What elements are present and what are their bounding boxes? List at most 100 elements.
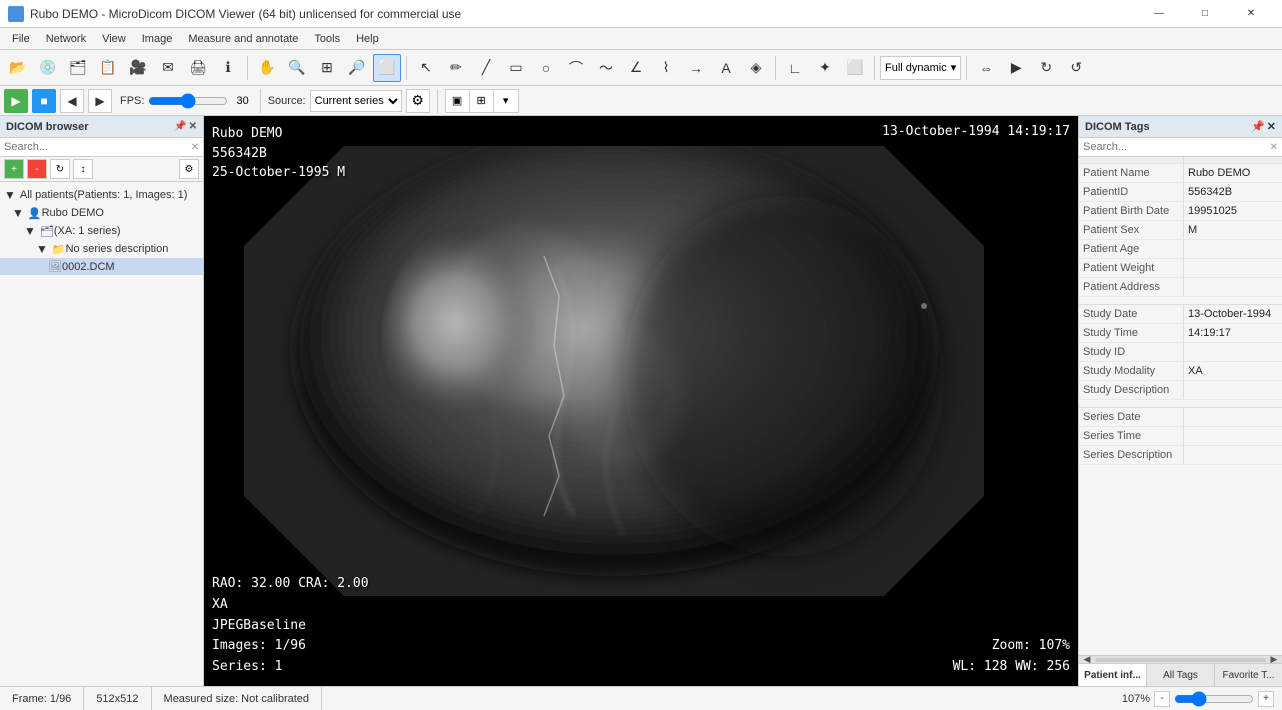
cursor-button[interactable]: ↖ bbox=[412, 54, 440, 82]
refresh-button[interactable]: ↻ bbox=[50, 159, 70, 179]
open-button[interactable]: 📂 bbox=[4, 54, 32, 82]
tag-value-cell bbox=[1184, 446, 1282, 464]
menu-network[interactable]: Network bbox=[38, 31, 94, 47]
rotate-cw-button[interactable]: ↻ bbox=[1032, 54, 1060, 82]
menu-help[interactable]: Help bbox=[348, 31, 387, 47]
cd-button[interactable]: 💿 bbox=[34, 54, 62, 82]
remove-patient-button[interactable]: - bbox=[27, 159, 47, 179]
roi-button[interactable]: ✦ bbox=[811, 54, 839, 82]
tag-value-cell: XA bbox=[1184, 362, 1282, 380]
tags-panel-pin-button[interactable]: 📌 bbox=[1251, 120, 1265, 133]
text-button[interactable]: A bbox=[712, 54, 740, 82]
menu-measure-annotate[interactable]: Measure and annotate bbox=[180, 31, 306, 47]
zoom-button[interactable]: 🔎 bbox=[343, 54, 371, 82]
image-viewer[interactable]: Rubo DEMO 556342B 25-October-1995 M 13-O… bbox=[204, 116, 1078, 686]
view-single-button[interactable]: ▣ bbox=[446, 90, 470, 112]
tab-all-tags[interactable]: All Tags bbox=[1147, 664, 1215, 686]
zoom-in-status-button[interactable]: + bbox=[1258, 691, 1274, 707]
zoom-slider[interactable] bbox=[1174, 691, 1254, 707]
freehand-button[interactable]: ⌒ bbox=[562, 54, 590, 82]
circle-button[interactable]: ○ bbox=[532, 54, 560, 82]
zoom-out-button[interactable]: - bbox=[1154, 691, 1170, 707]
rao-cra-overlay: RAO: 32.00 CRA: 2.00 bbox=[212, 574, 369, 595]
browser-search-input[interactable] bbox=[4, 141, 191, 153]
minimize-button[interactable]: — bbox=[1136, 0, 1182, 28]
fps-slider[interactable] bbox=[148, 93, 228, 109]
window-preset-dropdown[interactable]: Full dynamic ▾ bbox=[880, 56, 961, 80]
tag-row: Patient Birth Date19951025 bbox=[1079, 202, 1282, 221]
browser-search-clear[interactable]: ✕ bbox=[191, 142, 199, 153]
print-button[interactable]: 🖨 bbox=[184, 54, 212, 82]
play-cine-button[interactable]: ▶ bbox=[1002, 54, 1030, 82]
tags-search-input[interactable] bbox=[1083, 141, 1270, 153]
tag-value-cell: 14:19:17 bbox=[1184, 324, 1282, 342]
tags-search-clear[interactable]: ✕ bbox=[1270, 142, 1278, 153]
tag-row: Patient Address bbox=[1079, 278, 1282, 297]
series-desc-icon: 📁 bbox=[52, 243, 66, 256]
add-patient-button[interactable]: + bbox=[4, 159, 24, 179]
play-button[interactable]: ▶ bbox=[4, 89, 28, 113]
tree-all-patients[interactable]: ▼ All patients(Patients: 1, Images: 1) bbox=[0, 186, 203, 204]
tab-patient-info[interactable]: Patient inf... bbox=[1079, 664, 1147, 686]
next-button[interactable]: ▶ bbox=[88, 89, 112, 113]
angle-button[interactable]: ∠ bbox=[622, 54, 650, 82]
arrow-button[interactable]: → bbox=[682, 54, 710, 82]
sort-button[interactable]: ↕ bbox=[73, 159, 93, 179]
view-more-button[interactable]: ▾ bbox=[494, 90, 518, 112]
send-button[interactable]: ✉ bbox=[154, 54, 182, 82]
info-button[interactable]: ℹ bbox=[214, 54, 242, 82]
rect-button[interactable]: ▭ bbox=[502, 54, 530, 82]
compression-overlay: JPEGBaseline bbox=[212, 616, 369, 637]
tags-panel-close-button[interactable]: ✕ bbox=[1267, 120, 1276, 133]
flip-h-button[interactable]: ⇔ bbox=[972, 54, 1000, 82]
panel-pin-button[interactable]: 📌 bbox=[174, 121, 186, 132]
hand-button[interactable]: ✋ bbox=[253, 54, 281, 82]
open-dir-button[interactable]: 🗂 bbox=[64, 54, 92, 82]
cine-settings-button[interactable]: ⚙ bbox=[406, 89, 430, 113]
tag-value-cell: 556342B bbox=[1184, 183, 1282, 201]
tree-settings-button[interactable]: ⚙ bbox=[179, 159, 199, 179]
angle2-button[interactable]: ∟ bbox=[781, 54, 809, 82]
window-controls: — □ ✕ bbox=[1136, 0, 1274, 28]
dicom-tags-title: DICOM Tags bbox=[1085, 121, 1150, 133]
tree-series-group[interactable]: ▼ 🗂 (XA: 1 series) bbox=[0, 222, 203, 240]
tag-name-cell: Study Time bbox=[1079, 324, 1184, 342]
tag-value-cell bbox=[1184, 427, 1282, 445]
view-multi-button[interactable]: ⊞ bbox=[470, 90, 494, 112]
capture-button[interactable]: 🎥 bbox=[124, 54, 152, 82]
menu-image[interactable]: Image bbox=[134, 31, 181, 47]
scroll-left-button[interactable]: ◀ bbox=[1079, 656, 1095, 663]
export-button[interactable]: ⬜ bbox=[841, 54, 869, 82]
stop-button[interactable]: ■ bbox=[32, 89, 56, 113]
erase-button[interactable]: ◈ bbox=[742, 54, 770, 82]
scroll-right-button[interactable]: ▶ bbox=[1266, 656, 1282, 663]
prev-button[interactable]: ◀ bbox=[60, 89, 84, 113]
pen-button[interactable]: ✏ bbox=[442, 54, 470, 82]
tags-panel-controls: 📌 ✕ bbox=[1251, 120, 1276, 133]
maximize-button[interactable]: □ bbox=[1182, 0, 1228, 28]
tag-name-cell: Study Date bbox=[1079, 305, 1184, 323]
menu-tools[interactable]: Tools bbox=[306, 31, 348, 47]
open-recent-button[interactable]: 📋 bbox=[94, 54, 122, 82]
menu-file[interactable]: File bbox=[4, 31, 38, 47]
zoom-in-button[interactable]: 🔍 bbox=[283, 54, 311, 82]
source-select[interactable]: Current series bbox=[310, 90, 402, 112]
images-overlay: Images: 1/96 bbox=[212, 636, 369, 657]
panel-close-button[interactable]: ✕ bbox=[189, 121, 197, 132]
line-button[interactable]: ╱ bbox=[472, 54, 500, 82]
tag-row: Patient Weight bbox=[1079, 259, 1282, 278]
tree-patient[interactable]: ▼ 👤 Rubo DEMO bbox=[0, 204, 203, 222]
sep2 bbox=[406, 56, 407, 80]
cobb-button[interactable]: ⌇ bbox=[652, 54, 680, 82]
status-frame: Frame: 1/96 bbox=[0, 687, 84, 710]
fit-button[interactable]: ⊞ bbox=[313, 54, 341, 82]
tree-file[interactable]: 🖼 0002.DCM bbox=[0, 258, 203, 275]
select-button[interactable]: ⬜ bbox=[373, 54, 401, 82]
menu-view[interactable]: View bbox=[94, 31, 134, 47]
xray-image bbox=[204, 116, 1024, 616]
tree-series-desc[interactable]: ▼ 📁 No series description bbox=[0, 240, 203, 258]
tab-favorite-tags[interactable]: Favorite T... bbox=[1215, 664, 1282, 686]
profile-button[interactable]: 〜 bbox=[592, 54, 620, 82]
close-button[interactable]: ✕ bbox=[1228, 0, 1274, 28]
reset-button[interactable]: ↺ bbox=[1062, 54, 1090, 82]
